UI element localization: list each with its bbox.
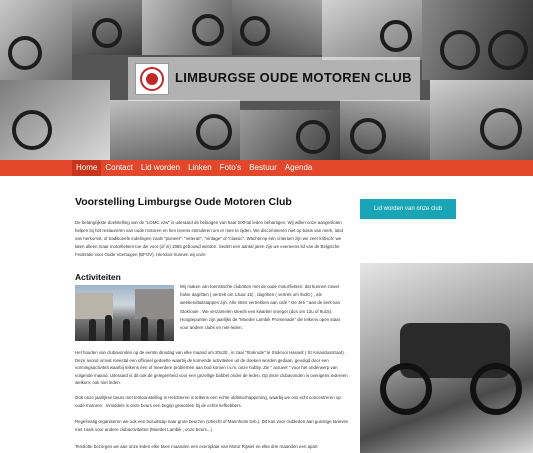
club-logo-icon[interactable] (135, 63, 169, 95)
nav-item-agenda[interactable]: Agenda (281, 160, 317, 176)
motorcycle-photo (240, 110, 340, 160)
club-meeting-photo (75, 285, 174, 341)
beurs-paragraph: Ook onze jaarlijkse beurs met tentoonste… (75, 395, 341, 408)
nav-item-lid-worden[interactable]: Lid worden (137, 160, 184, 176)
nav-item-contact[interactable]: Contact (101, 160, 137, 176)
main-nav: Home Contact Lid worden Linken Foto's Be… (72, 160, 316, 176)
nav-item-linken[interactable]: Linken (184, 160, 216, 176)
nav-item-home[interactable]: Home (72, 160, 102, 176)
motorcycle-photo (110, 100, 240, 160)
activities-heading: Activiteiten (75, 272, 121, 282)
clubavond-paragraph: Het houden van clubavonden op de eerste … (75, 350, 348, 386)
join-club-button[interactable]: Lid worden van onze club (360, 199, 456, 219)
site-title[interactable]: LIMBURGSE OUDE MOTOREN CLUB (175, 70, 412, 85)
motorcycle-photo (232, 0, 322, 55)
motorcycle-photo (322, 0, 422, 60)
motorcycle-photo (72, 0, 142, 55)
nav-item-bestuur[interactable]: Bestuur (245, 160, 281, 176)
motorcycle-photo (430, 80, 533, 160)
main-content: Voorstelling Limburgse Oude Motoren Club… (75, 196, 347, 282)
tijdschrift-paragraph: Tenslotte bezorgen we aan onze leden elk… (75, 444, 318, 449)
activities-paragraph: Wij maken van toeristische clubritten me… (180, 284, 341, 331)
motorcycle-photo (0, 0, 72, 80)
busuitstap-paragraph: Regelmatig organiseren we ook een busuit… (75, 419, 349, 432)
motorcycle-photo (142, 0, 232, 55)
sidecar-motorcycle-photo (360, 263, 533, 453)
motorcycle-photo (340, 100, 430, 160)
page-title: Voorstelling Limburgse Oude Motoren Club (75, 196, 292, 208)
motorcycle-photo (0, 80, 110, 160)
motorcycle-photo (422, 0, 533, 80)
intro-paragraph: De belangrijkste doelstelling van de "LO… (75, 220, 343, 257)
nav-item-fotos[interactable]: Foto's (216, 160, 246, 176)
